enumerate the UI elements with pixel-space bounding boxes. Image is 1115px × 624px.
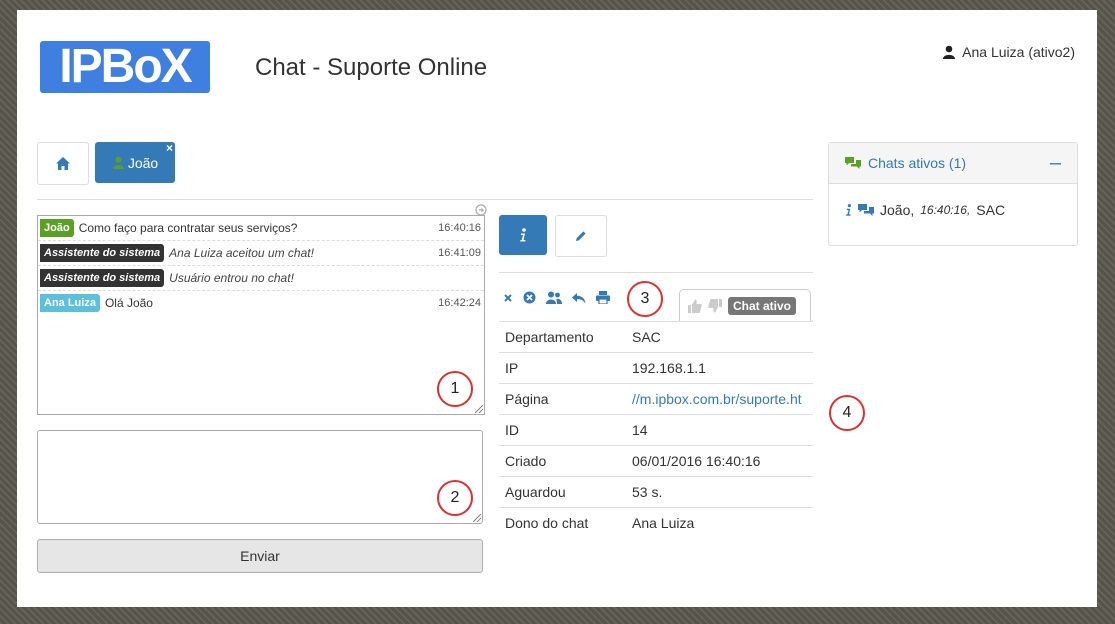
- info-icon: [520, 228, 526, 242]
- message-text: Como faço para contratar seus serviços?: [78, 221, 298, 235]
- chat-message: Ana Luiza Olá João 16:42:24: [38, 291, 484, 315]
- resize-handle[interactable]: [473, 514, 481, 522]
- table-row: Departamento SAC: [499, 321, 813, 353]
- reply-icon[interactable]: [572, 292, 586, 304]
- user-menu[interactable]: Ana Luiza (ativo2): [942, 44, 1075, 60]
- detail-label: IP: [499, 352, 626, 384]
- close-tab-icon[interactable]: ×: [166, 141, 173, 155]
- table-row: IP 192.168.1.1: [499, 352, 813, 384]
- message-input[interactable]: [37, 430, 483, 524]
- chat-bubbles-icon: [858, 203, 874, 216]
- send-button[interactable]: Enviar: [37, 539, 483, 573]
- chat-bubbles-icon: [845, 156, 861, 169]
- active-chats-panel: Chats ativos (1) – João, 16:40:16, SAC: [828, 142, 1078, 246]
- detail-value: //m.ipbox.com.br/suporte.ht: [626, 383, 813, 415]
- tab-chat-label: João: [127, 154, 159, 171]
- user-icon: [112, 156, 124, 169]
- annotation-marker: 1: [437, 371, 473, 407]
- chat-start-time: 16:40:16,: [920, 203, 971, 217]
- detail-label: Dono do chat: [499, 507, 626, 538]
- cancel-chat-icon[interactable]: [523, 291, 536, 304]
- thumbs-down-icon[interactable]: [708, 298, 722, 313]
- annotation-marker: 4: [829, 395, 865, 431]
- tab-edit[interactable]: [555, 215, 607, 257]
- detail-value: SAC: [626, 321, 813, 353]
- table-row: ID 14: [499, 414, 813, 446]
- user-icon: [943, 45, 956, 59]
- collapse-icon[interactable]: –: [1050, 153, 1061, 173]
- chat-message: Assistente do sistema Usuário entrou no …: [38, 266, 484, 291]
- divider: [499, 272, 813, 273]
- pencil-icon: [576, 231, 586, 241]
- page-title: Chat - Suporte Online: [255, 54, 488, 81]
- chat-actions: [503, 291, 610, 304]
- detail-label: Aguardou: [499, 476, 626, 508]
- panel-title: Chats ativos (1): [868, 155, 967, 171]
- thumbs-up-icon[interactable]: [688, 299, 702, 313]
- ipbox-logo: IPBoX: [40, 41, 210, 93]
- detail-value: Ana Luiza: [626, 507, 813, 538]
- sender-badge: Assistente do sistema: [40, 269, 165, 287]
- chat-department: SAC: [976, 202, 1006, 218]
- chat-user-name: João,: [880, 202, 915, 218]
- sender-badge: Assistente do sistema: [40, 244, 165, 262]
- detail-label: Página: [499, 383, 626, 415]
- message-time: 16:41:09: [438, 247, 481, 259]
- resize-handle[interactable]: [475, 405, 483, 413]
- tab-chat-joao[interactable]: João ×: [95, 141, 175, 183]
- table-row: Criado 06/01/2016 16:40:16: [499, 445, 813, 477]
- message-time: 16:40:16: [438, 222, 481, 234]
- chat-message: Assistente do sistema Ana Luiza aceitou …: [38, 241, 484, 266]
- chat-message: João Como faço para contratar seus servi…: [38, 216, 484, 241]
- table-row: Página //m.ipbox.com.br/suporte.ht: [499, 383, 813, 415]
- detail-label: Criado: [499, 445, 626, 477]
- status-badge: Chat ativo: [728, 296, 797, 315]
- detail-value: 06/01/2016 16:40:16: [626, 445, 813, 477]
- detail-label: ID: [499, 414, 626, 446]
- chat-details-table: Departamento SAC IP 192.168.1.1 Página /…: [499, 321, 813, 538]
- detail-value: 14: [626, 414, 813, 446]
- detail-value: 53 s.: [626, 476, 813, 508]
- table-row: Aguardou 53 s.: [499, 476, 813, 508]
- user-name: Ana Luiza (ativo2): [962, 44, 1075, 60]
- active-chat-item[interactable]: João, 16:40:16, SAC: [829, 184, 1077, 236]
- divider: [37, 199, 813, 200]
- panel-heading[interactable]: Chats ativos (1) –: [829, 143, 1077, 184]
- message-text: Usuário entrou no chat!: [169, 271, 294, 285]
- message-text: Ana Luiza aceitou um chat!: [169, 246, 314, 260]
- page: IPBoX Chat - Suporte Online Ana Luiza (a…: [17, 10, 1097, 607]
- home-icon: [56, 157, 70, 170]
- sender-badge: Ana Luiza: [40, 294, 100, 312]
- close-chat-icon[interactable]: [503, 293, 513, 303]
- print-icon[interactable]: [596, 291, 610, 304]
- info-icon[interactable]: [845, 203, 852, 217]
- annotation-marker: 3: [627, 281, 663, 317]
- annotation-marker: 2: [437, 480, 473, 516]
- tab-info[interactable]: [499, 215, 547, 255]
- message-time: 16:42:24: [438, 297, 481, 309]
- message-text: Olá João: [104, 296, 153, 310]
- detail-label: Departamento: [499, 321, 626, 353]
- page-link[interactable]: //m.ipbox.com.br/suporte.ht: [632, 391, 807, 407]
- table-row: Dono do chat Ana Luiza: [499, 507, 813, 538]
- tab-home[interactable]: [37, 142, 89, 185]
- detail-value: 192.168.1.1: [626, 352, 813, 384]
- chat-log[interactable]: João Como faço para contratar seus servi…: [37, 215, 485, 415]
- transfer-users-icon[interactable]: [546, 291, 562, 304]
- sender-badge: João: [40, 219, 74, 237]
- chat-status: Chat ativo: [679, 289, 811, 321]
